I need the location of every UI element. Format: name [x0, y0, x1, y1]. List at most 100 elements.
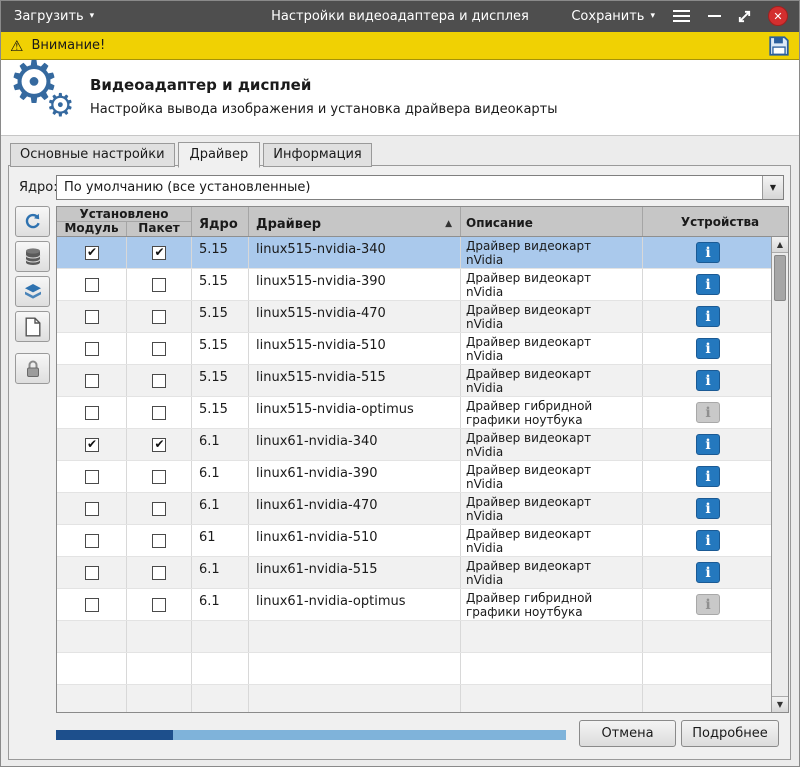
table-row[interactable]: 6.1 linux61-nvidia-515 Драйвер видеокарт…	[57, 557, 773, 589]
details-button[interactable]: Подробнее	[681, 720, 779, 747]
table-row[interactable]: 5.15 linux515-nvidia-510 Драйвер видеока…	[57, 333, 773, 365]
description-cell: Драйвер видеокарт nVidia	[461, 365, 643, 396]
module-checkbox[interactable]	[85, 406, 99, 420]
floppy-disk-icon	[768, 35, 790, 57]
save-menu-button[interactable]: Сохранить ▾	[571, 9, 655, 24]
table-row[interactable]: 6.1 linux61-nvidia-340 Драйвер видеокарт…	[57, 429, 773, 461]
device-info-button[interactable]: i	[696, 594, 720, 615]
kernel-cell	[192, 685, 249, 712]
combo-dropdown-button[interactable]: ▼	[762, 176, 783, 199]
device-info-button[interactable]: i	[696, 434, 720, 455]
driver-cell: linux61-nvidia-470	[249, 493, 461, 524]
refresh-button[interactable]	[15, 206, 50, 237]
device-info-button[interactable]: i	[696, 338, 720, 359]
lock-button[interactable]	[15, 353, 50, 384]
package-checkbox[interactable]	[152, 342, 166, 356]
module-checkbox[interactable]	[85, 502, 99, 516]
header-description[interactable]: Описание	[461, 207, 643, 236]
driver-cell: linux61-nvidia-340	[249, 429, 461, 460]
header-driver[interactable]: Драйвер ▲	[249, 207, 461, 236]
package-checkbox[interactable]	[152, 246, 166, 260]
device-info-button[interactable]: i	[696, 242, 720, 263]
table-row[interactable]: 61 linux61-nvidia-510 Драйвер видеокарт …	[57, 525, 773, 557]
header-package[interactable]: Пакет	[127, 222, 191, 236]
device-info-button[interactable]: i	[696, 370, 720, 391]
header-module[interactable]: Модуль	[57, 222, 127, 236]
tab-driver[interactable]: Драйвер	[178, 142, 261, 168]
module-cell	[57, 493, 127, 524]
progress-bar-fill	[56, 730, 173, 740]
header-devices[interactable]: Устройства	[643, 207, 789, 236]
header-kernel[interactable]: Ядро	[192, 207, 249, 236]
maximize-button[interactable]	[737, 9, 752, 24]
module-cell	[57, 237, 127, 268]
document-button[interactable]	[15, 311, 50, 342]
package-checkbox[interactable]	[152, 278, 166, 292]
table-row[interactable]: 6.1 linux61-nvidia-390 Драйвер видеокарт…	[57, 461, 773, 493]
table-row-empty	[57, 685, 773, 712]
module-checkbox[interactable]	[85, 342, 99, 356]
minimize-button[interactable]	[708, 6, 721, 26]
module-checkbox[interactable]	[85, 566, 99, 580]
driver-cell: linux515-nvidia-510	[249, 333, 461, 364]
device-info-button[interactable]: i	[696, 530, 720, 551]
table-row[interactable]: 5.15 linux515-nvidia-optimus Драйвер гиб…	[57, 397, 773, 429]
description-cell: Драйвер видеокарт nVidia	[461, 429, 643, 460]
description-cell	[461, 653, 643, 684]
scroll-up-button[interactable]: ▲	[772, 237, 788, 253]
device-info-button[interactable]: i	[696, 274, 720, 295]
table-scrollbar[interactable]: ▲ ▼	[771, 237, 788, 712]
package-checkbox[interactable]	[152, 438, 166, 452]
page-subtitle: Настройка вывода изображения и установка…	[90, 102, 558, 117]
package-checkbox[interactable]	[152, 374, 166, 388]
load-menu-button[interactable]: Загрузить ▾	[0, 0, 108, 32]
table-row[interactable]: 5.15 linux515-nvidia-340 Драйвер видеока…	[57, 237, 773, 269]
description-cell: Драйвер видеокарт nVidia	[461, 301, 643, 332]
module-checkbox[interactable]	[85, 598, 99, 612]
package-cell	[127, 269, 192, 300]
table-row[interactable]: 6.1 linux61-nvidia-optimus Драйвер гибри…	[57, 589, 773, 621]
scrollbar-thumb[interactable]	[774, 255, 786, 301]
device-info-button[interactable]: i	[696, 402, 720, 423]
kernel-cell: 5.15	[192, 237, 249, 268]
package-checkbox[interactable]	[152, 310, 166, 324]
table-row[interactable]: 6.1 linux61-nvidia-470 Драйвер видеокарт…	[57, 493, 773, 525]
cancel-button[interactable]: Отмена	[579, 720, 676, 747]
module-checkbox[interactable]	[85, 246, 99, 260]
device-info-button[interactable]: i	[696, 562, 720, 583]
package-checkbox[interactable]	[152, 502, 166, 516]
device-info-button[interactable]: i	[696, 498, 720, 519]
layers-button[interactable]	[15, 276, 50, 307]
warning-bar: ⚠ Внимание!	[0, 32, 800, 60]
package-checkbox[interactable]	[152, 534, 166, 548]
package-checkbox[interactable]	[152, 470, 166, 484]
header-installed[interactable]: Установлено Модуль Пакет	[57, 207, 192, 236]
close-button[interactable]: ✕	[768, 6, 788, 26]
chevron-down-icon: ▾	[650, 12, 655, 21]
package-checkbox[interactable]	[152, 598, 166, 612]
module-checkbox[interactable]	[85, 310, 99, 324]
table-row[interactable]: 5.15 linux515-nvidia-470 Драйвер видеока…	[57, 301, 773, 333]
module-checkbox[interactable]	[85, 278, 99, 292]
device-info-button[interactable]: i	[696, 306, 720, 327]
package-checkbox[interactable]	[152, 406, 166, 420]
scroll-down-button[interactable]: ▼	[772, 696, 788, 712]
tab-information[interactable]: Информация	[263, 143, 371, 167]
load-menu-label: Загрузить	[14, 9, 84, 24]
database-button[interactable]	[15, 241, 50, 272]
table-row[interactable]: 5.15 linux515-nvidia-515 Драйвер видеока…	[57, 365, 773, 397]
kernel-select[interactable]: По умолчанию (все установленные) ▼	[56, 175, 784, 200]
driver-cell	[249, 653, 461, 684]
table-row[interactable]: 5.15 linux515-nvidia-390 Драйвер видеока…	[57, 269, 773, 301]
device-info-button[interactable]: i	[696, 466, 720, 487]
driver-cell	[249, 685, 461, 712]
module-checkbox[interactable]	[85, 534, 99, 548]
tab-main-settings[interactable]: Основные настройки	[10, 143, 175, 167]
kernel-cell: 6.1	[192, 493, 249, 524]
package-checkbox[interactable]	[152, 566, 166, 580]
module-checkbox[interactable]	[85, 470, 99, 484]
module-checkbox[interactable]	[85, 438, 99, 452]
module-checkbox[interactable]	[85, 374, 99, 388]
save-file-button[interactable]	[768, 35, 790, 57]
hamburger-menu-button[interactable]	[671, 6, 692, 26]
